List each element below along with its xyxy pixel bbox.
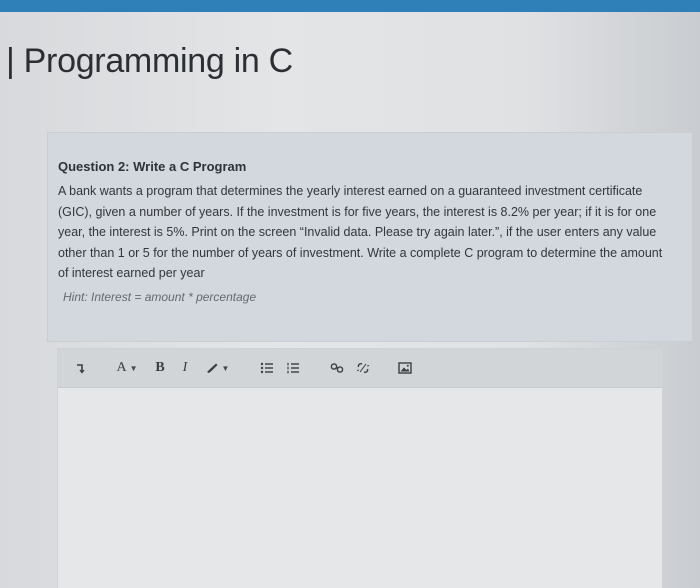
question-heading: Question 2: Write a C Program — [58, 159, 247, 174]
numbered-list-button[interactable] — [284, 357, 302, 379]
font-style-icon: A — [116, 360, 127, 375]
insert-link-button[interactable] — [328, 357, 346, 379]
image-icon — [398, 362, 412, 374]
highlight-button[interactable]: ▼ — [203, 357, 231, 379]
italic-button[interactable]: I — [178, 357, 192, 379]
question-text: A bank wants a program that determines t… — [58, 184, 663, 281]
highlighter-icon — [206, 363, 218, 373]
numbered-list-icon — [287, 362, 299, 374]
link-icon — [330, 363, 344, 373]
answer-text-area[interactable] — [58, 388, 662, 588]
remove-link-button[interactable] — [354, 357, 372, 379]
bold-button[interactable]: B — [152, 357, 168, 379]
undo-button[interactable] — [70, 357, 90, 379]
bullet-list-button[interactable] — [258, 357, 276, 379]
font-style-button[interactable]: A ▼ — [114, 357, 140, 379]
answer-editor: A ▼ B I ▼ — [57, 348, 663, 588]
undo-icon — [77, 364, 85, 374]
chevron-down-icon: ▼ — [129, 363, 138, 373]
insert-image-button[interactable] — [396, 357, 414, 379]
unlink-icon — [356, 363, 370, 373]
page: | Programming in C Question 2: Write a C… — [0, 12, 700, 588]
bold-label: B — [155, 360, 165, 375]
page-title: | Programming in C — [6, 42, 293, 80]
hint-text: Hint: Interest = amount * percentage — [63, 290, 257, 304]
italic-label: I — [182, 360, 188, 375]
editor-toolbar: A ▼ B I ▼ — [58, 349, 662, 388]
top-bar — [0, 0, 700, 12]
question-card: Question 2: Write a C Program A bank wan… — [47, 132, 693, 342]
bullet-list-icon — [260, 362, 273, 374]
chevron-down-icon: ▼ — [221, 363, 230, 373]
